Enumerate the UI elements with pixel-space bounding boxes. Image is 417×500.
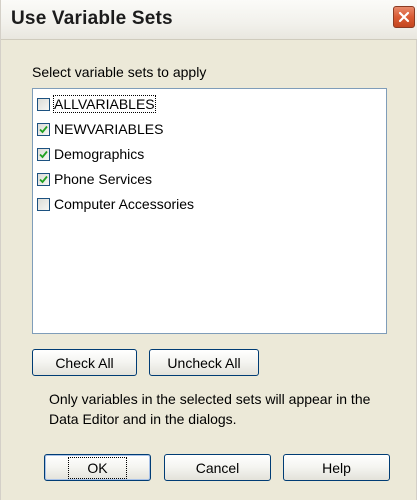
checkbox[interactable]: [37, 172, 50, 186]
ok-label: OK: [68, 456, 127, 479]
ok-button[interactable]: OK: [44, 454, 151, 481]
list-item-computer-accessories[interactable]: Computer Accessories: [37, 194, 194, 214]
check-all-button[interactable]: Check All: [32, 349, 137, 376]
help-label: Help: [322, 459, 351, 476]
list-item-allvariables[interactable]: ALLVARIABLES: [37, 94, 156, 114]
dialog-title: Use Variable Sets: [11, 8, 173, 29]
info-text: Only variables in the selected sets will…: [49, 391, 371, 427]
checkmark-icon: [39, 150, 48, 158]
checkbox[interactable]: [37, 97, 50, 111]
help-button[interactable]: Help: [283, 454, 390, 481]
list-item-label: Phone Services: [54, 171, 153, 187]
cancel-button[interactable]: Cancel: [164, 454, 271, 481]
list-item-label: Demographics: [54, 146, 145, 162]
use-variable-sets-dialog: Use Variable Sets Select variable sets t…: [0, 0, 417, 500]
title-bar[interactable]: Use Variable Sets: [1, 0, 417, 40]
list-item-label: ALLVARIABLES: [53, 95, 156, 113]
list-item-demographics[interactable]: Demographics: [37, 144, 144, 164]
close-icon: [398, 11, 410, 23]
checkbox[interactable]: [37, 147, 50, 161]
close-button[interactable]: [393, 6, 415, 28]
variable-sets-list[interactable]: ALLVARIABLES NEWVARIABLES Demographics P…: [32, 88, 387, 334]
checkbox[interactable]: [37, 197, 50, 211]
checkmark-icon: [39, 175, 48, 183]
list-item-label: Computer Accessories: [54, 196, 195, 212]
cancel-label: Cancel: [195, 459, 240, 476]
check-all-label: Check All: [55, 354, 114, 371]
list-item-newvariables[interactable]: NEWVARIABLES: [37, 119, 163, 139]
uncheck-all-label: Uncheck All: [167, 354, 241, 371]
checkmark-icon: [39, 125, 48, 133]
checkbox[interactable]: [37, 122, 50, 136]
list-item-phone-services[interactable]: Phone Services: [37, 169, 152, 189]
uncheck-all-button[interactable]: Uncheck All: [149, 349, 259, 376]
list-item-label: NEWVARIABLES: [54, 121, 164, 137]
select-sets-label: Select variable sets to apply: [32, 64, 207, 80]
